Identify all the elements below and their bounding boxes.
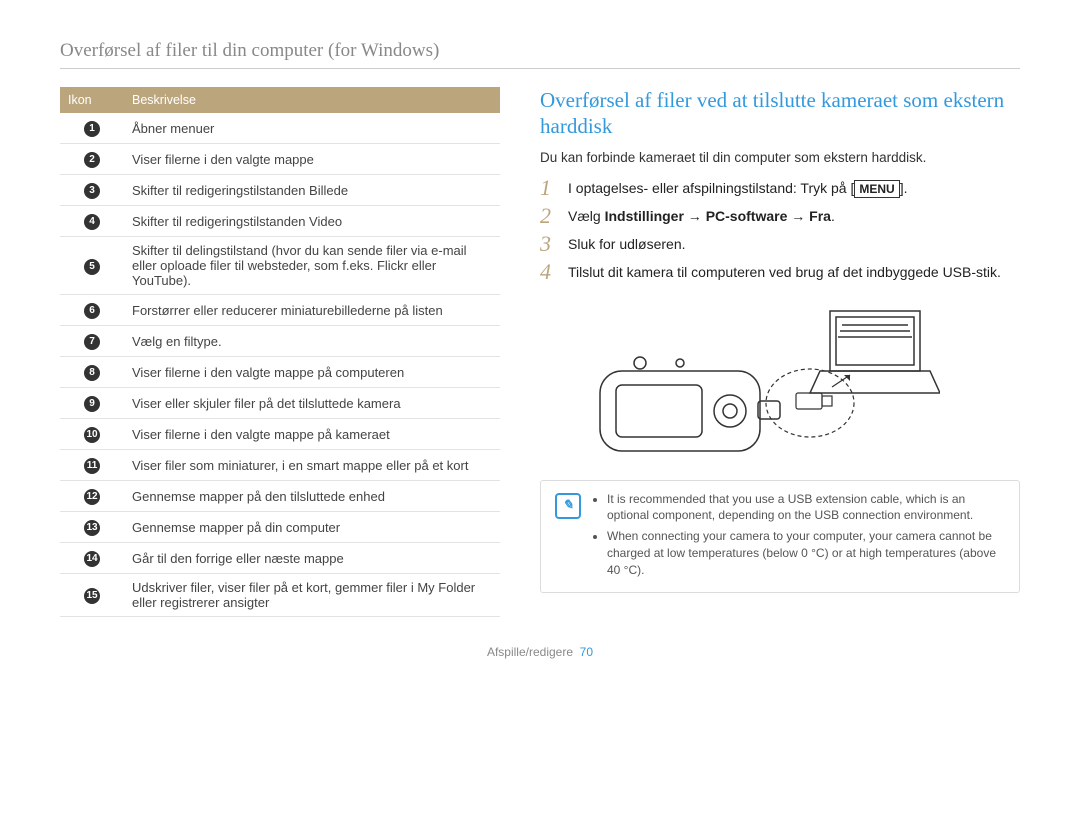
step-item: 1 I optagelses- eller afspilningstilstan… xyxy=(540,177,1020,199)
note-icon: ✎ xyxy=(555,493,581,519)
note-box: ✎ It is recommended that you use a USB e… xyxy=(540,480,1020,594)
step-number: 2 xyxy=(540,205,558,227)
row-desc: Udskriver filer, viser filer på et kort,… xyxy=(124,574,500,617)
table-row: 9 Viser eller skjuler filer på det tilslu… xyxy=(60,388,500,419)
table-row: 10 Viser filerne i den valgte mappe på ka… xyxy=(60,419,500,450)
table-row: 6 Forstørrer eller reducerer miniaturebil… xyxy=(60,295,500,326)
step-text-pre: Vælg xyxy=(568,208,605,224)
row-desc: Viser filerne i den valgte mappe xyxy=(124,144,500,175)
row-number-icon: 12 xyxy=(84,489,100,505)
row-number-icon: 13 xyxy=(84,520,100,536)
table-row: 1 Åbner menuer xyxy=(60,113,500,144)
row-desc: Skifter til redigeringstilstanden Video xyxy=(124,206,500,237)
row-desc: Viser eller skjuler filer på det tilslut… xyxy=(124,388,500,419)
table-row: 11 Viser filer som miniaturer, i en smart… xyxy=(60,450,500,481)
row-number-icon: 7 xyxy=(84,334,100,350)
page-title: Overførsel af filer til din computer (fo… xyxy=(60,40,1020,69)
table-row: 14 Går til den forrige eller næste mappe xyxy=(60,543,500,574)
table-row: 5 Skifter til delingstilstand (hvor du ka… xyxy=(60,237,500,295)
step-item: 2 Vælg Indstillinger → PC-software → Fra… xyxy=(540,205,1020,227)
table-row: 15 Udskriver filer, viser filer på et kor… xyxy=(60,574,500,617)
page-footer: Afspille/redigere 70 xyxy=(60,645,1020,659)
row-desc: Forstørrer eller reducerer miniaturebill… xyxy=(124,295,500,326)
steps-list: 1 I optagelses- eller afspilningstilstan… xyxy=(540,177,1020,283)
row-desc: Skifter til redigeringstilstanden Billed… xyxy=(124,175,500,206)
table-row: 12 Gennemse mapper på den tilsluttede enh… xyxy=(60,481,500,512)
section-intro: Du kan forbinde kameraet til din compute… xyxy=(540,150,1020,165)
table-row: 3 Skifter til redigeringstilstanden Bille… xyxy=(60,175,500,206)
row-number-icon: 4 xyxy=(84,214,100,230)
menu-key-icon: MENU xyxy=(854,180,899,198)
table-header-desc: Beskrivelse xyxy=(124,87,500,113)
note-item: It is recommended that you use a USB ext… xyxy=(607,491,1005,525)
row-number-icon: 3 xyxy=(84,183,100,199)
row-desc: Går til den forrige eller næste mappe xyxy=(124,543,500,574)
row-desc: Viser filer som miniaturer, i en smart m… xyxy=(124,450,500,481)
row-desc: Gennemse mapper på den tilsluttede enhed xyxy=(124,481,500,512)
step-text-bold: Indstillinger → PC-software → Fra xyxy=(605,208,831,224)
row-number-icon: 14 xyxy=(84,551,100,567)
row-number-icon: 6 xyxy=(84,303,100,319)
row-number-icon: 9 xyxy=(84,396,100,412)
step-number: 4 xyxy=(540,261,558,283)
note-item: When connecting your camera to your comp… xyxy=(607,528,1005,578)
footer-section: Afspille/redigere xyxy=(487,645,573,659)
connection-diagram xyxy=(580,301,1020,466)
row-number-icon: 5 xyxy=(84,259,100,275)
camera-laptop-illustration xyxy=(580,301,940,461)
row-number-icon: 8 xyxy=(84,365,100,381)
row-number-icon: 1 xyxy=(84,121,100,137)
row-number-icon: 11 xyxy=(84,458,100,474)
note-list: It is recommended that you use a USB ext… xyxy=(591,491,1005,583)
page-number: 70 xyxy=(580,645,593,659)
row-number-icon: 15 xyxy=(84,588,100,604)
step-text: Sluk for udløseren. xyxy=(568,233,686,254)
step-text: Tilslut dit kamera til computeren ved br… xyxy=(568,261,1001,282)
step-text-post: ]. xyxy=(900,180,908,196)
step-text: Vælg Indstillinger → PC-software → Fra. xyxy=(568,205,835,226)
row-desc: Åbner menuer xyxy=(124,113,500,144)
step-item: 3 Sluk for udløseren. xyxy=(540,233,1020,255)
row-number-icon: 10 xyxy=(84,427,100,443)
icon-description-table: Ikon Beskrivelse 1 Åbner menuer 2 Viser fi… xyxy=(60,87,500,617)
right-column: Overførsel af filer ved at tilslutte kam… xyxy=(540,87,1020,617)
step-text: I optagelses- eller afspilningstilstand:… xyxy=(568,177,908,198)
row-desc: Gennemse mapper på din computer xyxy=(124,512,500,543)
table-row: 8 Viser filerne i den valgte mappe på com… xyxy=(60,357,500,388)
left-column: Ikon Beskrivelse 1 Åbner menuer 2 Viser fi… xyxy=(60,87,500,617)
row-desc: Viser filerne i den valgte mappe på comp… xyxy=(124,357,500,388)
row-desc: Skifter til delingstilstand (hvor du kan… xyxy=(124,237,500,295)
section-heading: Overførsel af filer ved at tilslutte kam… xyxy=(540,87,1020,140)
step-number: 1 xyxy=(540,177,558,199)
two-column-layout: Ikon Beskrivelse 1 Åbner menuer 2 Viser fi… xyxy=(60,87,1020,617)
table-row: 7 Vælg en filtype. xyxy=(60,326,500,357)
table-row: 13 Gennemse mapper på din computer xyxy=(60,512,500,543)
step-item: 4 Tilslut dit kamera til computeren ved … xyxy=(540,261,1020,283)
table-row: 2 Viser filerne i den valgte mappe xyxy=(60,144,500,175)
row-desc: Viser filerne i den valgte mappe på kame… xyxy=(124,419,500,450)
table-row: 4 Skifter til redigeringstilstanden Video xyxy=(60,206,500,237)
table-header-icon: Ikon xyxy=(60,87,124,113)
step-text-pre: I optagelses- eller afspilningstilstand:… xyxy=(568,180,854,196)
step-number: 3 xyxy=(540,233,558,255)
row-desc: Vælg en filtype. xyxy=(124,326,500,357)
step-text-post: . xyxy=(831,208,835,224)
row-number-icon: 2 xyxy=(84,152,100,168)
